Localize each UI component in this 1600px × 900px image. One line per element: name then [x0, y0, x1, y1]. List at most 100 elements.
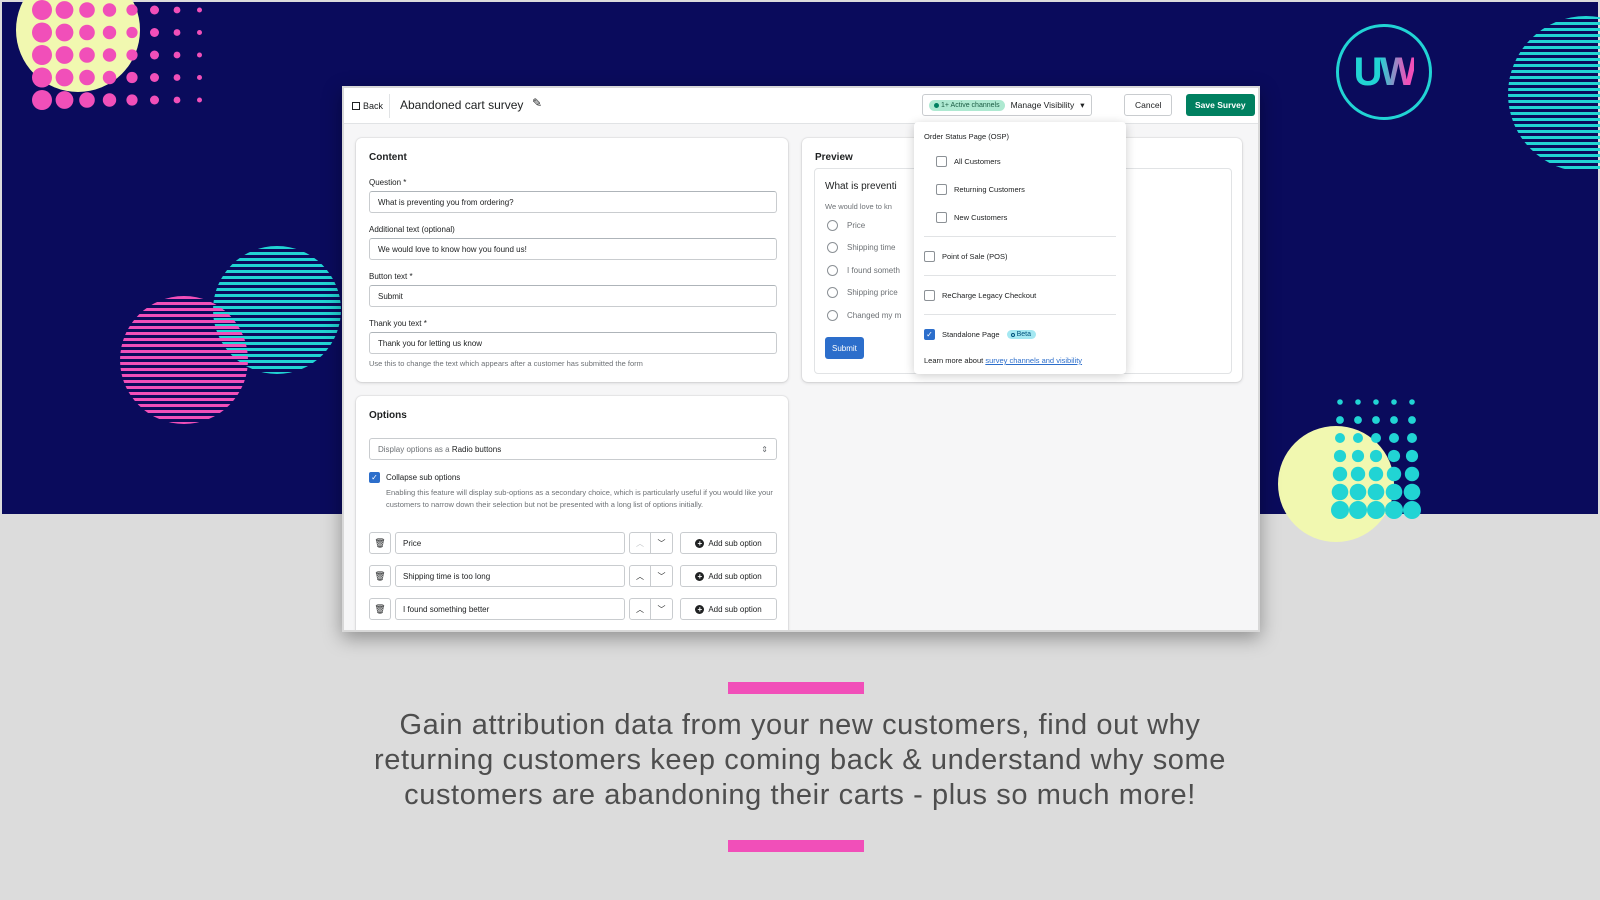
chevron-up-icon: ︿	[636, 604, 644, 614]
tagline: Gain attribution data from your new cust…	[300, 708, 1300, 813]
preview-radio-option[interactable]: Shipping time	[827, 242, 895, 253]
preview-radio-option[interactable]: Shipping price	[827, 287, 898, 298]
preview-radio-option[interactable]: Changed my m	[827, 310, 901, 321]
decorative-dot	[150, 5, 159, 15]
new-customers-label: New Customers	[954, 213, 1008, 222]
option-input[interactable]: Price	[395, 532, 625, 554]
decorative-dot	[1371, 433, 1381, 443]
decorative-stripe	[1508, 118, 1600, 121]
button-text-input[interactable]: Submit	[369, 285, 777, 307]
move-down-button[interactable]: ﹀	[651, 532, 673, 554]
option-input[interactable]: I found something better	[395, 598, 625, 620]
add-sub-option-button[interactable]: + Add sub option	[680, 565, 777, 587]
move-down-button[interactable]: ﹀	[651, 565, 673, 587]
left-striped-circles-decoration	[120, 246, 341, 424]
decorative-stripe	[120, 404, 248, 407]
cancel-button[interactable]: Cancel	[1124, 94, 1173, 116]
display-options-select[interactable]: Display options as a Radio buttons ⇕	[369, 438, 777, 460]
standalone-page-checkbox[interactable]: ✓	[924, 329, 935, 340]
decorative-dot	[1331, 483, 1349, 501]
radio-icon	[827, 242, 838, 253]
pencil-icon[interactable]: ✎	[532, 96, 542, 110]
move-up-button[interactable]: ︿	[629, 598, 651, 620]
decorative-stripe	[1490, 172, 1600, 174]
beta-badge: Beta	[1006, 330, 1036, 339]
additional-text-input[interactable]: We would love to know how you found us!	[369, 238, 777, 260]
decorative-stripe	[120, 338, 248, 341]
add-sub-option-button[interactable]: + Add sub option	[680, 598, 777, 620]
decorative-stripe	[1508, 34, 1600, 37]
new-customers-option[interactable]: New Customers	[936, 212, 1007, 223]
add-sub-option-button[interactable]: + Add sub option	[680, 532, 777, 554]
new-customers-checkbox[interactable]	[936, 212, 947, 223]
all-customers-checkbox[interactable]	[936, 156, 947, 167]
decorative-stripe	[1508, 76, 1600, 79]
decorative-stripe	[1508, 16, 1600, 19]
decorative-dot	[55, 68, 74, 87]
decorative-stripe	[1508, 130, 1600, 133]
plus-circle-icon: +	[695, 571, 705, 581]
decorative-dot	[1349, 501, 1367, 519]
radio-icon	[827, 220, 838, 231]
active-channels-text: 1+ Active channels	[941, 101, 1000, 109]
decorative-stripe	[213, 300, 341, 303]
move-up-button[interactable]: ︿	[629, 565, 651, 587]
question-input[interactable]: What is preventing you from ordering?	[369, 191, 777, 213]
decorative-stripe	[213, 264, 341, 267]
plus-circle-icon: +	[695, 538, 705, 548]
manage-visibility-text: Manage Visibility	[1010, 100, 1075, 110]
caret-down-icon: ▾	[1080, 99, 1085, 110]
decorative-dot	[1391, 399, 1397, 405]
back-label: Back	[363, 101, 384, 111]
delete-option-button[interactable]: 🗑	[369, 598, 391, 620]
standalone-page-option[interactable]: ✓ Standalone Page Beta	[924, 329, 1036, 340]
pink-divider-bottom	[728, 840, 864, 852]
select-arrows-icon: ⇕	[761, 444, 768, 454]
recharge-checkbox[interactable]	[924, 290, 935, 301]
move-up-button[interactable]: ︿	[629, 532, 651, 554]
survey-channels-link[interactable]: survey channels and visibility	[985, 356, 1082, 365]
pos-checkbox[interactable]	[924, 251, 935, 262]
decorative-stripe	[1508, 88, 1600, 91]
decorative-dot	[55, 23, 74, 42]
decorative-stripe	[1508, 64, 1600, 67]
chevron-up-icon: ︿	[636, 538, 644, 548]
decorative-stripe	[120, 326, 248, 329]
delete-option-button[interactable]: 🗑	[369, 532, 391, 554]
move-down-button[interactable]: ﹀	[651, 598, 673, 620]
all-customers-option[interactable]: All Customers	[936, 156, 1001, 167]
returning-customers-checkbox[interactable]	[936, 184, 947, 195]
decorative-dot	[32, 90, 52, 110]
preview-radio-option[interactable]: I found someth	[827, 265, 900, 276]
save-survey-button[interactable]: Save Survey	[1186, 94, 1255, 116]
decorative-dot	[1331, 501, 1349, 519]
decorative-stripe	[120, 398, 248, 401]
recharge-option[interactable]: ReCharge Legacy Checkout	[924, 290, 1036, 301]
pos-label: Point of Sale (POS)	[942, 252, 1008, 261]
decorative-dot	[1368, 466, 1384, 482]
options-title: Options	[369, 410, 407, 421]
chevron-down-icon: ﹀	[657, 538, 666, 548]
channels-visibility-button[interactable]: 1+ Active channels Manage Visibility ▾	[922, 94, 1092, 116]
preview-radio-option[interactable]: Price	[827, 220, 865, 231]
pos-option[interactable]: Point of Sale (POS)	[924, 251, 1007, 262]
content-card: Content Question * What is preventing yo…	[356, 138, 788, 382]
decorative-dot	[1332, 466, 1348, 482]
decorative-dot	[1337, 399, 1343, 405]
decorative-stripe	[1508, 160, 1600, 163]
display-options-value: Radio buttons	[451, 444, 502, 454]
decorative-stripe	[1508, 136, 1600, 139]
thank-you-input[interactable]: Thank you for letting us know	[369, 332, 777, 354]
decorative-stripe	[1508, 58, 1600, 61]
delete-option-button[interactable]: 🗑	[369, 565, 391, 587]
collapse-sub-options-checkbox[interactable]: ✓	[369, 472, 380, 483]
decorative-dot	[79, 92, 95, 108]
returning-customers-option[interactable]: Returning Customers	[936, 184, 1025, 195]
decorative-dot	[173, 74, 181, 81]
back-button[interactable]: Back	[348, 94, 391, 118]
option-input[interactable]: Shipping time is too long	[395, 565, 625, 587]
chevron-up-icon: ︿	[636, 571, 644, 581]
decorative-stripe	[1508, 28, 1600, 31]
preview-question: What is preventi	[825, 181, 897, 192]
preview-submit-button[interactable]: Submit	[825, 337, 864, 359]
